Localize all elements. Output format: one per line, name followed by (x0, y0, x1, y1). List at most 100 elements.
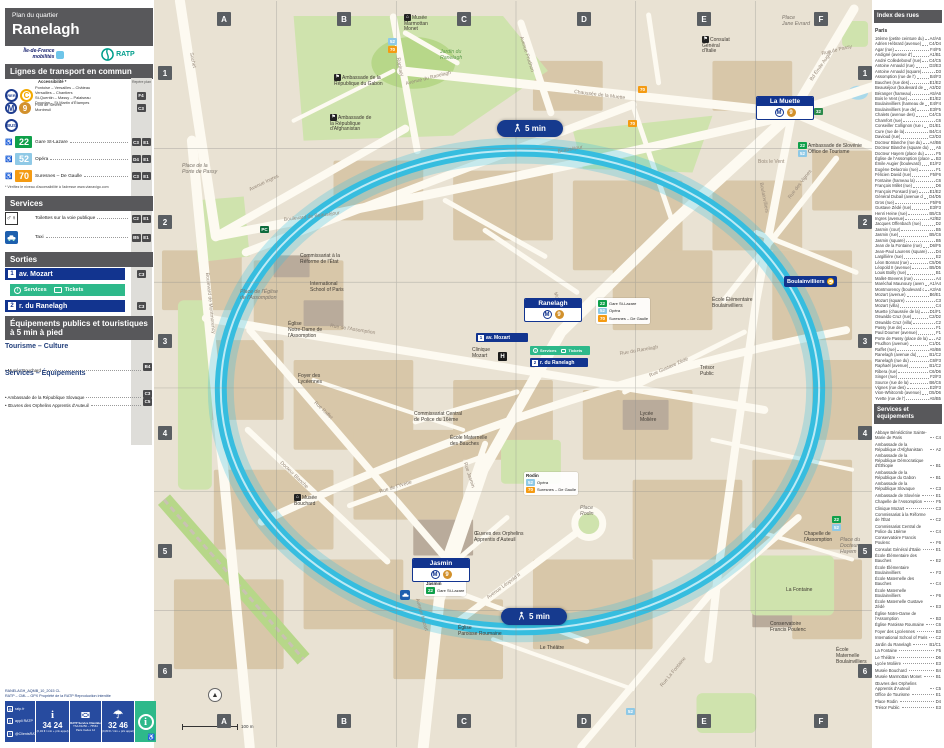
service-name: École Élémentaire des Bauches (875, 553, 917, 563)
bus-destination-label: Opéra (35, 156, 49, 162)
service-index-entry: École Élémentaire des Bauches E2 (875, 553, 941, 563)
link-row-ratpfr[interactable]: ⊕ ratp.fr (7, 706, 33, 713)
service-index-entry: Lycée Molière E3 (875, 661, 941, 666)
dotted-leader (899, 235, 929, 237)
service-index-entry: Musée Marmottan Monet B1 (875, 674, 941, 679)
dotted-leader (905, 132, 929, 134)
service-index-entry: Église Notre-Dame de l'Assomption B3 (875, 611, 941, 621)
grid-col-A: A (217, 12, 231, 26)
service-name: Œuvres des Orphelins Apprentis d'Auteuil (875, 680, 917, 691)
bus-stop-line: 52 Opéra (598, 307, 648, 314)
globe-icon: ⊕ (7, 706, 13, 713)
service-name: École Maternelle Gustave Zédé (875, 599, 923, 609)
dotted-leader (924, 104, 929, 106)
ratp-swirl-icon (101, 48, 114, 61)
metro-icons: M9 (5, 102, 35, 114)
bus-stop-destination: Opéra (609, 308, 621, 314)
dotted-leader (929, 530, 934, 532)
service-name: Église Paroisse Roumaine (875, 622, 925, 627)
exit-number: 2 (532, 359, 538, 366)
map-label-poi: Le Théâtre (540, 645, 565, 651)
dotted-leader (908, 213, 929, 215)
grid-ref-badge: C5 (143, 397, 152, 406)
service-grid-ref: C2 (935, 517, 941, 522)
bus-22-dest: Gare St-Lazare (35, 140, 130, 145)
service-index-entry: École Élémentaire Boulainvilliers F3 (875, 565, 941, 575)
accessibility-note: Accessibilité * (38, 79, 67, 84)
service-index-entry: Clinique Mozart C3 (875, 506, 941, 511)
grid-row-1: 1 (858, 66, 872, 80)
grid-ref-badge: C3 (136, 104, 146, 112)
map-label-place: Place de l'Église de l'Assomption (240, 289, 278, 301)
service-index-entry: École Maternelle Boulainvilliers F6 (875, 588, 941, 598)
grid-row-6: 6 (158, 664, 172, 678)
station-jasmin[interactable]: Jasmin M 9 (412, 558, 470, 582)
exit-bar-1: 1 av. Mozart (5, 268, 125, 280)
plan-refs: B5 E1 (130, 233, 152, 242)
wheelchair-icon: ♿ (5, 156, 13, 163)
bus-stop-flag: Jasmin 22 Gare St-Lazare (424, 580, 467, 596)
rer-station-boulainvilliers[interactable]: Boulainvilliers C (784, 276, 837, 287)
map-label-poi: ⌂ Musée Bouchard (294, 493, 318, 507)
dotted-leader (894, 50, 930, 52)
service-index-entry: Place Rodin D4 (875, 699, 941, 704)
service-grid-ref: C4 (935, 528, 941, 534)
ticket-icon (53, 287, 62, 293)
station-name: Jasmin (413, 559, 469, 568)
station-ranelagh[interactable]: Ranelagh M 9 (524, 298, 582, 322)
scale-label: 100 m (241, 724, 254, 729)
service-index-entry: La Fontaine F5 (875, 648, 941, 653)
services-index-list: Abbaye Bénédictine Sainte-Marie de Paris… (875, 430, 941, 712)
legend-panel: Plan du quartier Ranelagh Île-de-France m… (0, 0, 156, 748)
dotted-leader (913, 323, 935, 325)
station-services-bar: i Services Tickets (10, 284, 125, 296)
grid-ref-badge: B4 (143, 362, 152, 371)
dotted-leader (924, 39, 929, 41)
phone-caption: (0,34 € / min + prix appel) (36, 728, 69, 733)
plan-refs: D4 E1 (130, 155, 152, 163)
dotted-leader (930, 594, 935, 596)
grid-col-B: B (337, 12, 351, 26)
dotted-leader (930, 542, 935, 543)
map-label-poi: École Maternelle des Bauches (450, 435, 488, 447)
bus-line-22-badge: 22 (426, 587, 435, 594)
dotted-leader (929, 617, 934, 619)
dotted-leader (909, 263, 929, 265)
bus-line-22-badge: 22 (15, 136, 33, 148)
walk-time-label: 5 min (529, 612, 550, 621)
rer-station-name: Boulainvilliers (787, 278, 825, 285)
dotted-leader (912, 175, 930, 177)
bus-stop-line: 22 Gare St-Lazare (426, 587, 464, 594)
link-row-appliRATP[interactable]: ▯ appli RATP (7, 718, 33, 725)
service-grid-ref: C4 (935, 581, 941, 586)
map-label-poi: Commissariat Central de Police du 16ème (414, 411, 463, 423)
exit-label: r. du Ranelagh (540, 359, 575, 366)
bus-stop-flag: 22 Gare St-Lazare 52 Opéra 70 Suresnes – De G… (596, 298, 651, 324)
grid-ref-badge: B5 (131, 233, 141, 242)
page-title: Ranelagh (12, 21, 80, 38)
bus-badge-70: 70 (638, 78, 647, 96)
equip-group-heading: Tourisme – Culture (5, 343, 69, 350)
mail-tile: ✉ RATP Service Clientèle TSA 81250 – 75564… (70, 701, 101, 742)
dotted-leader (901, 230, 935, 232)
exit-bar-2: 2 r. du Ranelagh (5, 300, 125, 312)
dotted-leader (922, 44, 929, 46)
link-row-ClientsRATP[interactable]: t @ClientsRATP (7, 730, 39, 737)
service-name: Clinique Mozart (875, 505, 905, 511)
service-index-entry: Œuvres des Orphelins Apprentis d'Auteuil… (875, 681, 941, 691)
station-lines: M9 (413, 568, 469, 581)
index-city-label: Paris (875, 28, 888, 34)
plan-refs: B4 (143, 355, 152, 373)
station-la-muette[interactable]: La Muette M 9 (756, 96, 814, 120)
bus-destination-label: Gare St-Lazare (35, 139, 68, 145)
bus-line-70-badge: 70 (638, 86, 647, 93)
dotted-leader (929, 476, 934, 478)
grid-col-F: F (814, 714, 828, 728)
phone-caption: (0,80 € / min + prix appel) (102, 728, 134, 733)
museum-icon: ⌂ (404, 13, 411, 21)
dotted-leader (918, 333, 936, 335)
north-compass-icon: ▲ (208, 688, 222, 702)
grid-col-B: B (337, 714, 351, 728)
map-label-poi: Église Paroisse Roumaine (458, 625, 502, 637)
dotted-leader (913, 186, 935, 188)
